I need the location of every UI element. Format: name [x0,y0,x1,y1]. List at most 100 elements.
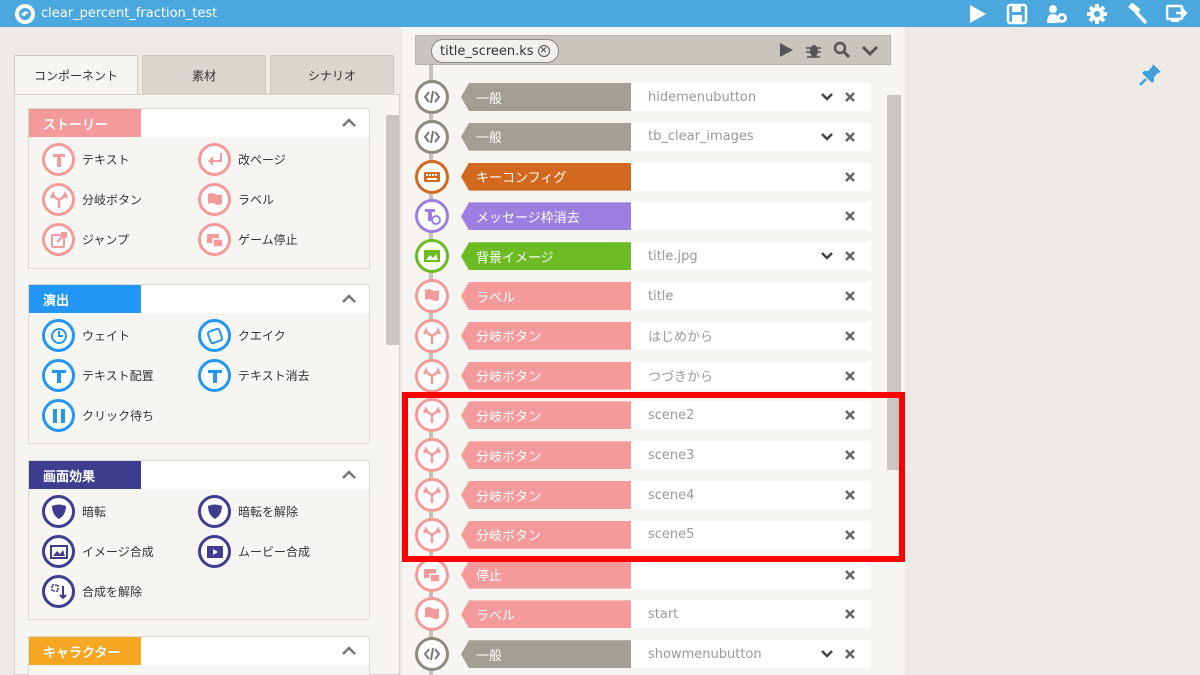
row-tag[interactable]: 一般 [461,122,631,151]
file-tab[interactable]: title_screen.ks ✕ [431,39,559,63]
delete-icon[interactable] [843,607,857,621]
component-movie-composite[interactable]: ムービー合成 [198,535,310,568]
export-icon[interactable] [1164,2,1190,26]
row-value[interactable]: showmenubutton [631,640,871,669]
component-fade-out[interactable]: 暗転 [42,495,106,528]
row-value[interactable]: title [631,282,871,310]
component-new-page[interactable]: 改ページ [198,143,286,176]
scenario-row[interactable]: 分岐ボタン scene5 [415,517,875,552]
row-value[interactable]: scene2 [631,401,871,430]
component-text[interactable]: テキスト [42,143,130,176]
component-fade-in[interactable]: 暗転を解除 [198,495,298,528]
row-tag[interactable]: 分岐ボタン [461,361,631,390]
delete-icon[interactable] [843,448,857,462]
delete-icon[interactable] [843,647,857,661]
chevron-up-icon[interactable] [329,109,369,137]
left-scrollbar[interactable] [386,115,399,345]
chevron-up-icon[interactable] [329,285,369,313]
row-tag[interactable]: 分岐ボタン [461,441,631,470]
component-click-wait[interactable]: クリック待ち [42,399,154,432]
hammer-icon[interactable] [1124,2,1150,26]
delete-icon[interactable] [843,90,857,104]
row-value[interactable]: title.jpg [631,242,871,271]
row-value[interactable] [631,560,871,589]
tab-scenario[interactable]: シナリオ [270,55,394,95]
play-icon[interactable] [964,2,990,26]
row-tag[interactable]: メッセージ枠消去 [461,202,631,231]
row-value[interactable]: hidemenubutton [631,83,871,111]
delete-icon[interactable] [843,528,857,542]
row-tag[interactable]: 一般 [461,640,631,669]
delete-icon[interactable] [843,568,857,582]
row-tag[interactable]: 一般 [461,83,631,111]
scenario-row[interactable]: 分岐ボタン scene2 [415,398,875,433]
row-value[interactable]: tb_clear_images [631,122,871,151]
delete-icon[interactable] [843,408,857,422]
row-value[interactable]: scene3 [631,441,871,470]
tab-materials[interactable]: 素材 [142,55,266,95]
scenario-row[interactable]: メッセージ枠消去 [415,199,875,234]
search-icon[interactable] [832,39,852,61]
delete-icon[interactable] [843,289,857,303]
delete-icon[interactable] [843,130,857,144]
row-value[interactable]: start [631,600,871,629]
scenario-row[interactable]: 背景イメージ title.jpg [415,239,875,274]
section-screen-effects-title[interactable]: 画面効果 [29,461,141,489]
row-value[interactable]: scene4 [631,481,871,509]
row-tag[interactable]: 分岐ボタン [461,520,631,549]
component-composite-release[interactable]: 合成を解除 [42,575,142,608]
component-wait[interactable]: ウェイト [42,319,130,352]
row-tag[interactable]: ラベル [461,600,631,629]
row-tag[interactable]: 停止 [461,560,631,589]
component-quake[interactable]: クエイク [198,319,286,352]
row-tag[interactable]: 分岐ボタン [461,481,631,509]
scenario-row[interactable]: 分岐ボタン scene3 [415,438,875,473]
row-tag[interactable]: 分岐ボタン [461,321,631,350]
bug-icon[interactable] [804,39,824,61]
row-value[interactable]: はじめから [631,321,871,350]
scenario-row[interactable]: 停止 [415,557,875,592]
users-gear-icon[interactable] [1044,2,1070,26]
chevron-down-icon[interactable] [820,130,834,144]
editor-scrollbar[interactable] [887,95,901,470]
component-jump[interactable]: ジャンプ [42,223,129,256]
chevron-down-icon[interactable] [820,249,834,263]
component-label-item[interactable]: ラベル [198,183,274,216]
row-value[interactable] [631,162,871,191]
delete-icon[interactable] [843,170,857,184]
chevron-up-icon[interactable] [329,637,369,665]
scenario-row[interactable]: 一般 tb_clear_images [415,119,875,154]
close-icon[interactable]: ✕ [537,45,550,57]
scenario-row[interactable]: 一般 showmenubutton [415,637,875,672]
chevron-down-icon[interactable] [820,90,834,104]
component-text-clear[interactable]: テキスト消去 [198,359,310,392]
save-icon[interactable] [1004,2,1030,26]
tab-components[interactable]: コンポーネント [14,55,138,95]
component-text-place[interactable]: テキスト配置 [42,359,154,392]
delete-icon[interactable] [843,249,857,263]
delete-icon[interactable] [843,369,857,383]
component-image-composite[interactable]: イメージ合成 [42,535,154,568]
section-story-title[interactable]: ストーリー [29,109,141,137]
scenario-row[interactable]: ラベル title [415,279,875,313]
scenario-row[interactable]: 分岐ボタン つづきから [415,358,875,393]
scenario-row[interactable]: 一般 hidemenubutton [415,80,875,114]
section-character-title[interactable]: キャラクター [29,637,141,665]
chevron-down-icon[interactable] [860,39,880,61]
pin-icon[interactable] [1139,62,1163,86]
row-tag[interactable]: キーコンフィグ [461,162,631,191]
scenario-row[interactable]: ラベル start [415,597,875,632]
delete-icon[interactable] [843,209,857,223]
scenario-row[interactable]: キーコンフィグ [415,159,875,194]
scenario-row[interactable]: 分岐ボタン はじめから [415,318,875,353]
row-value[interactable]: scene5 [631,520,871,549]
delete-icon[interactable] [843,488,857,502]
row-tag[interactable]: 分岐ボタン [461,401,631,430]
settings-gear-icon[interactable] [1084,2,1110,26]
component-stop-game[interactable]: ゲーム停止 [198,223,298,256]
chevron-down-icon[interactable] [820,647,834,661]
row-value[interactable] [631,202,871,231]
row-tag[interactable]: ラベル [461,282,631,310]
row-value[interactable]: つづきから [631,361,871,390]
play-icon[interactable] [776,39,796,61]
